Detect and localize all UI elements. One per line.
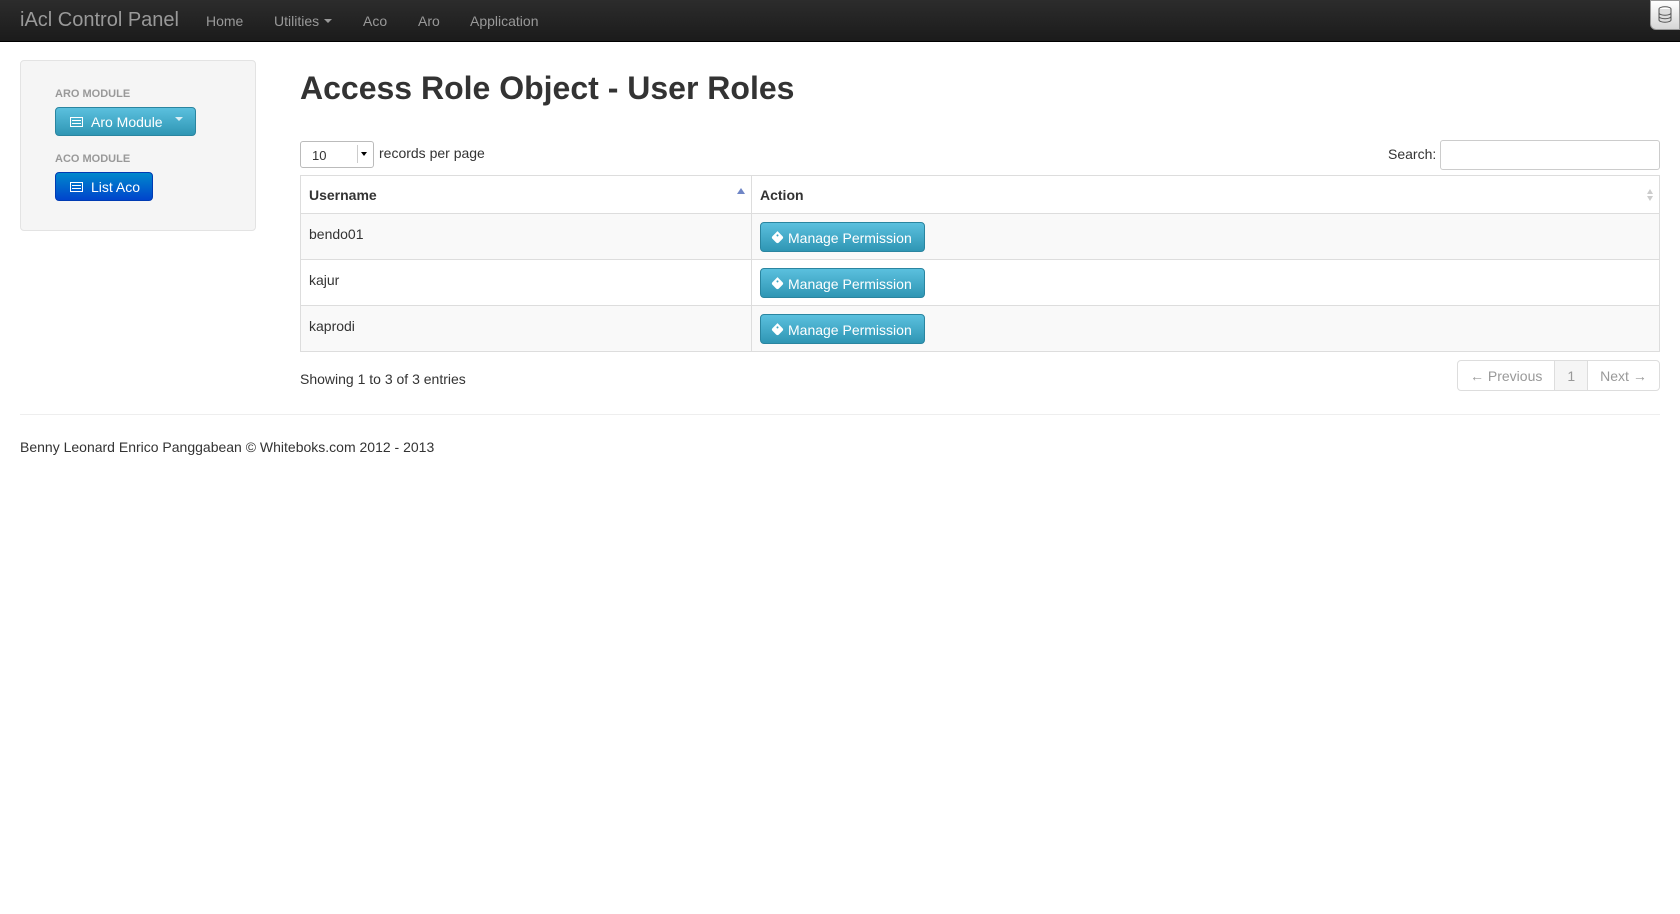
nav-aro[interactable]: Aro xyxy=(418,13,440,29)
column-header-action[interactable]: Action xyxy=(751,175,1660,214)
manage-permission-label: Manage Permission xyxy=(788,322,912,338)
list-icon xyxy=(70,117,83,128)
records-per-page-select[interactable]: 10 xyxy=(300,141,374,168)
manage-permission-button[interactable]: Manage Permission xyxy=(760,222,925,252)
tag-icon xyxy=(771,231,784,245)
action-cell: Manage Permission xyxy=(751,305,1660,352)
next-page-button[interactable]: Next → xyxy=(1587,361,1659,390)
aro-module-label: Aro Module xyxy=(91,114,163,130)
aro-module-button[interactable]: Aro Module xyxy=(55,107,196,136)
chevron-down-icon xyxy=(357,145,371,163)
search-input[interactable] xyxy=(1440,140,1660,170)
username-cell: kajur xyxy=(300,259,752,306)
username-cell: kaprodi xyxy=(300,305,752,352)
user-roles-table: Username Action bendo01 Manage Permissio… xyxy=(300,175,1660,352)
records-per-page-label: records per page xyxy=(379,145,485,161)
username-cell: bendo01 xyxy=(300,213,752,260)
list-icon xyxy=(70,182,83,193)
tag-icon xyxy=(771,277,784,291)
pagination: ← Previous 1 Next → xyxy=(1457,360,1660,391)
aro-module-header: ARO MODULE xyxy=(55,88,131,100)
aco-module-header: ACO MODULE xyxy=(55,153,131,165)
column-header-username[interactable]: Username xyxy=(300,175,752,214)
top-navbar: iAcl Control Panel Home Utilities Aco Ar… xyxy=(0,0,1680,42)
list-aco-label: List Aco xyxy=(91,179,141,195)
list-aco-button[interactable]: List Aco xyxy=(55,172,154,201)
nav-home[interactable]: Home xyxy=(206,13,243,29)
nav-aco[interactable]: Aco xyxy=(363,13,387,29)
nav-application[interactable]: Application xyxy=(470,13,539,29)
nav-utilities[interactable]: Utilities xyxy=(274,13,333,29)
footer-divider xyxy=(20,414,1660,415)
table-row: bendo01 Manage Permission xyxy=(300,213,1660,260)
database-button[interactable] xyxy=(1650,0,1680,30)
action-cell: Manage Permission xyxy=(751,259,1660,306)
database-icon xyxy=(1658,6,1672,23)
username-header-label: Username xyxy=(309,186,377,203)
action-header-label: Action xyxy=(760,186,804,203)
table-row: kaprodi Manage Permission xyxy=(300,305,1660,352)
chevron-down-icon xyxy=(174,117,183,122)
tag-icon xyxy=(771,323,784,337)
nav-utilities-label: Utilities xyxy=(274,13,320,29)
manage-permission-label: Manage Permission xyxy=(788,276,912,292)
action-cell: Manage Permission xyxy=(751,213,1660,260)
page-1-button[interactable]: 1 xyxy=(1554,361,1588,390)
previous-page-button[interactable]: ← Previous xyxy=(1458,361,1554,390)
sort-icon xyxy=(1647,189,1653,201)
chevron-down-icon xyxy=(324,18,333,23)
footer-copyright: Benny Leonard Enrico Panggabean © Whiteb… xyxy=(20,439,435,455)
manage-permission-label: Manage Permission xyxy=(788,230,912,246)
records-per-page-value: 10 xyxy=(312,148,327,163)
sidebar: ARO MODULE Aro Module ACO MODULE List Ac… xyxy=(20,60,256,231)
search-label: Search: xyxy=(1388,146,1437,162)
table-info: Showing 1 to 3 of 3 entries xyxy=(300,371,466,387)
brand-title[interactable]: iAcl Control Panel xyxy=(20,9,179,32)
sort-ascending-icon xyxy=(737,188,745,194)
table-header-row: Username Action xyxy=(300,175,1660,214)
manage-permission-button[interactable]: Manage Permission xyxy=(760,314,925,344)
manage-permission-button[interactable]: Manage Permission xyxy=(760,268,925,298)
table-row: kajur Manage Permission xyxy=(300,259,1660,306)
page-title: Access Role Object - User Roles xyxy=(300,70,795,106)
